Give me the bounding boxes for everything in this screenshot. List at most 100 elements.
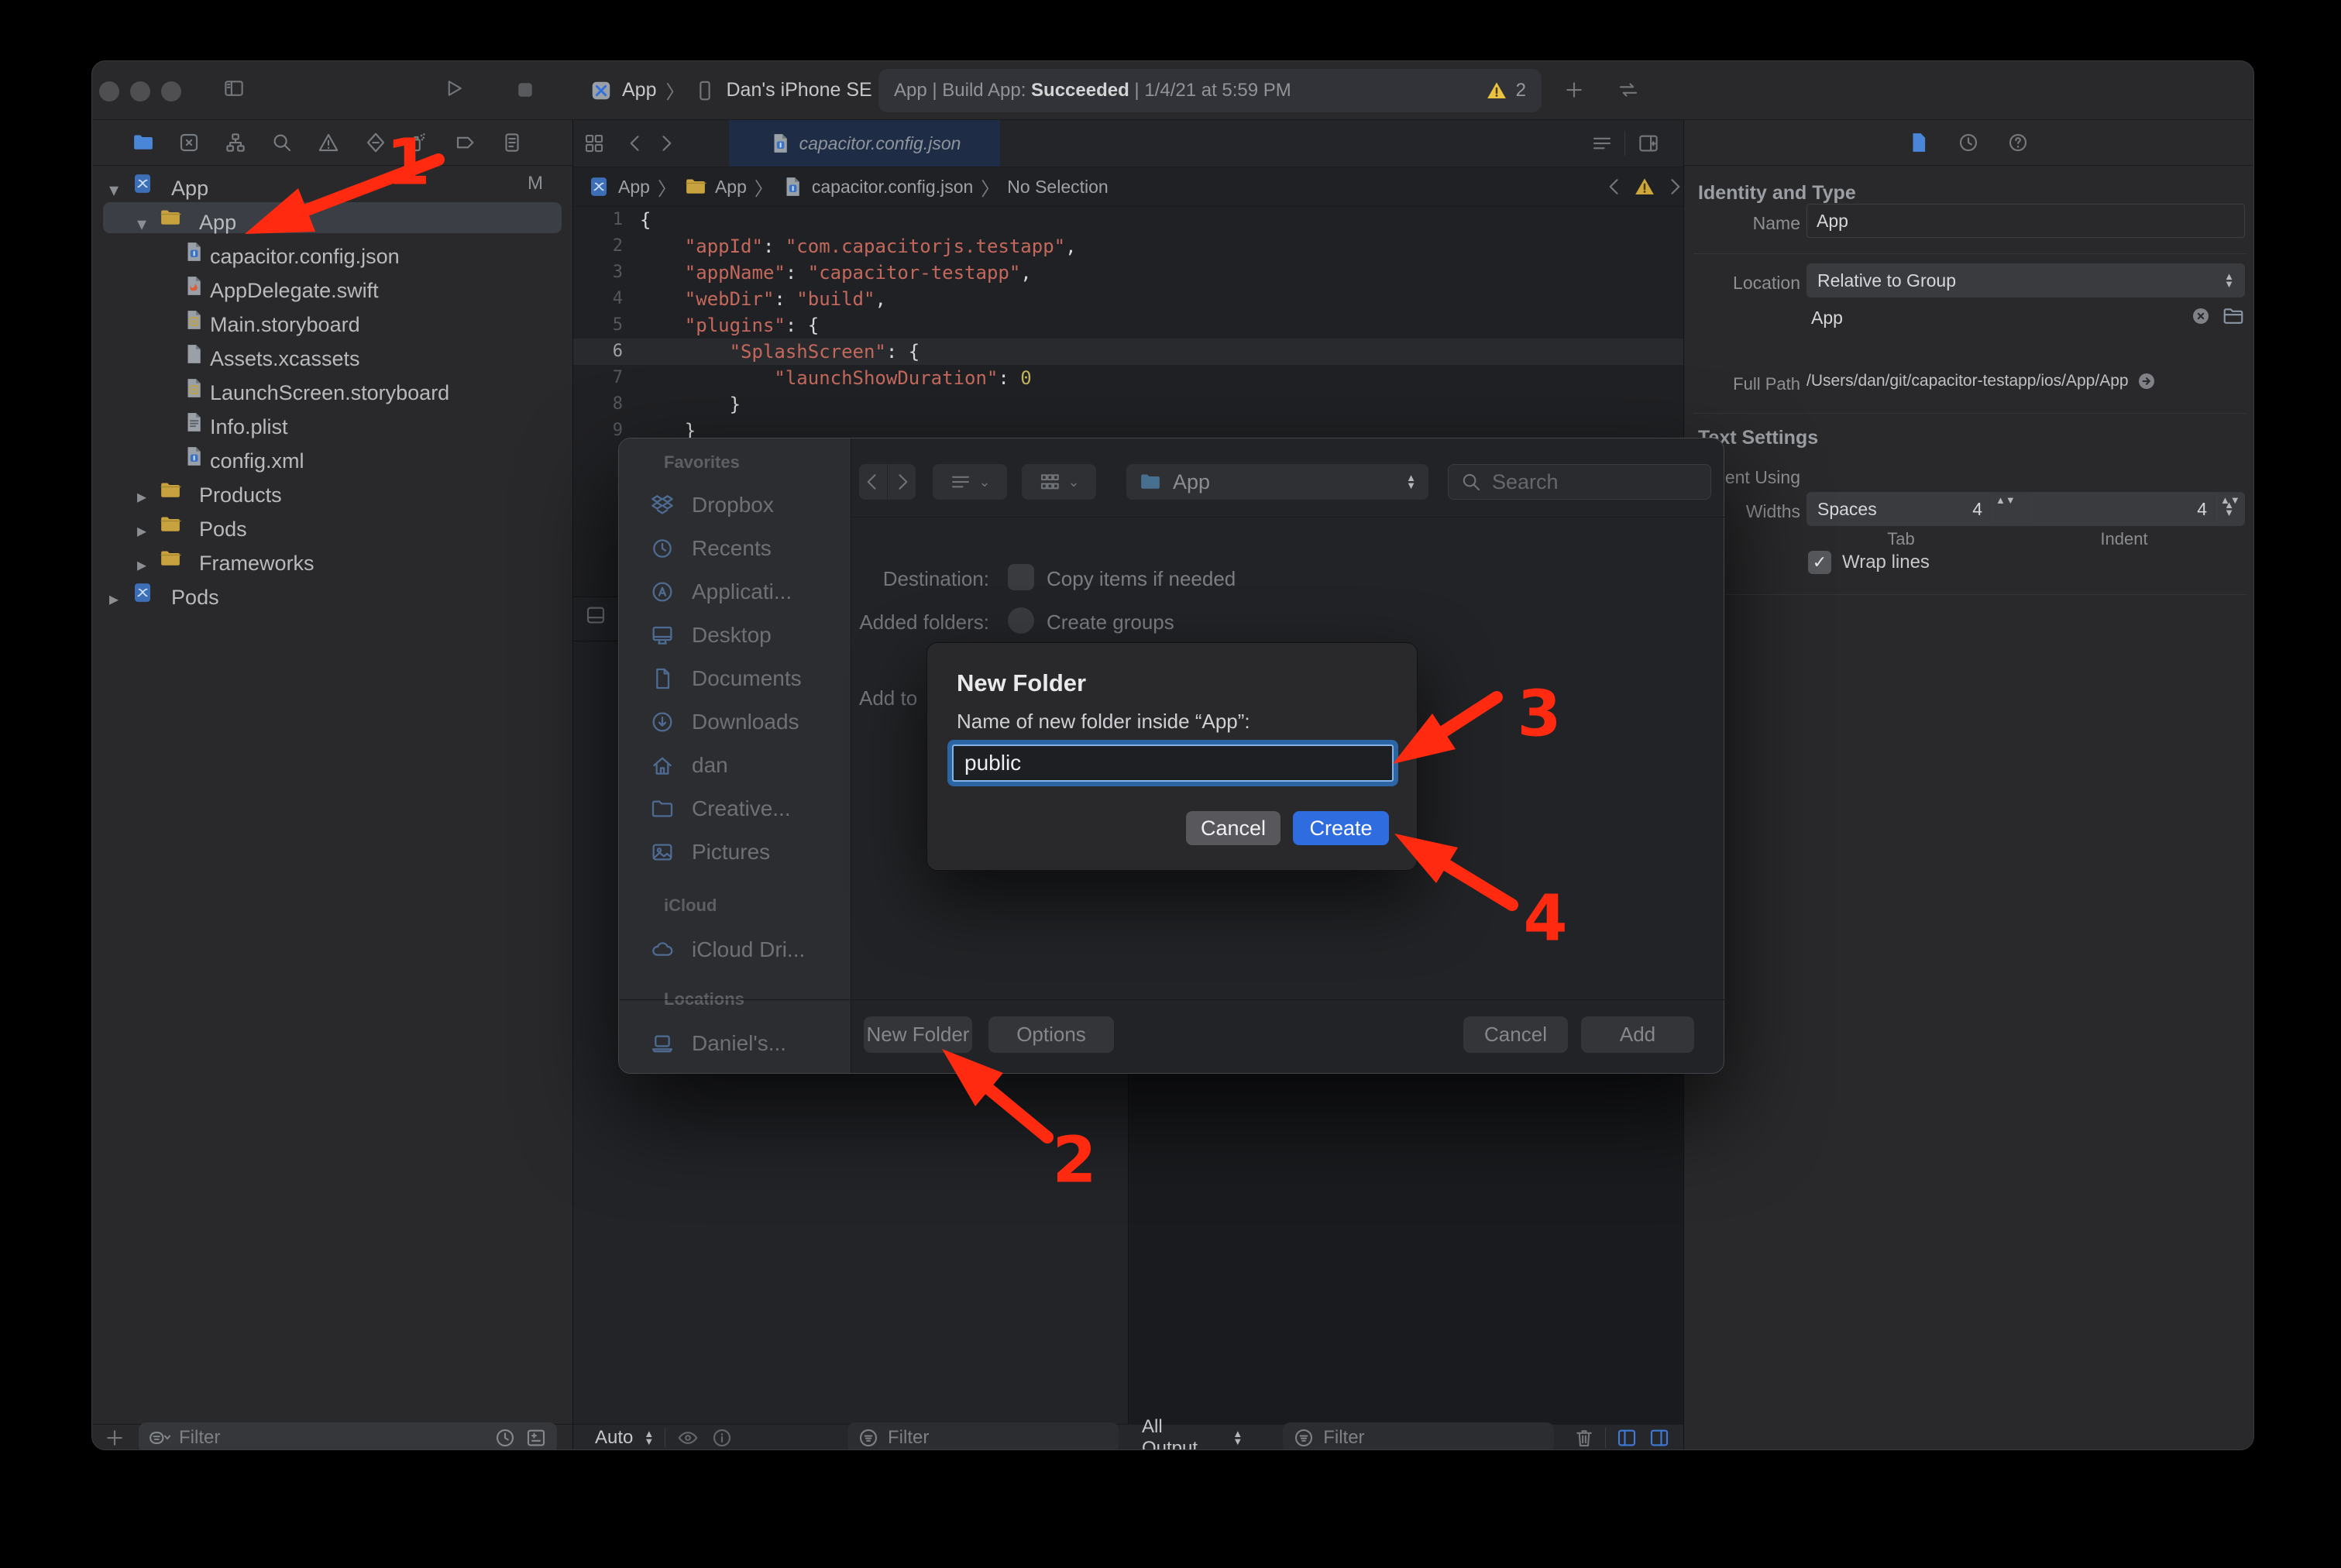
editor-split-bottom-icon[interactable] — [584, 603, 607, 627]
navigator-row-info-plist[interactable]: Info.plist — [92, 405, 572, 439]
breadcrumb-item[interactable]: App — [618, 177, 650, 198]
code-line-1[interactable]: 1{ — [573, 207, 1684, 233]
navigator-row-capacitor-config-json[interactable]: capacitor.config.json — [92, 235, 572, 269]
navigator-row-app[interactable]: ▾AppM — [92, 167, 572, 201]
report-navigator-icon[interactable] — [500, 131, 524, 154]
project-navigator-icon[interactable] — [132, 131, 155, 154]
run-destination[interactable]: Dan's iPhone SE — [726, 79, 871, 101]
reveal-arrow-icon[interactable] — [2135, 370, 2158, 393]
issue-navigator-icon[interactable] — [317, 131, 340, 154]
breadcrumb-item[interactable]: App — [715, 177, 747, 198]
sidebar-item-icloud-dri-[interactable]: iCloud Dri... — [650, 933, 805, 967]
code-line-8[interactable]: 8 } — [573, 391, 1684, 418]
wrap-lines-checkbox[interactable]: ✓ — [1808, 551, 1831, 574]
code-line-3[interactable]: 3 "appName": "capacitor-testapp", — [573, 260, 1684, 286]
show-console-view-icon[interactable] — [1648, 1426, 1671, 1449]
toggle-navigator-icon[interactable] — [222, 77, 246, 100]
navigator-row-main-storyboard[interactable]: Main.storyboard — [92, 303, 572, 337]
sidebar-item-daniel-s-[interactable]: Daniel's... — [650, 1026, 786, 1061]
symbol-navigator-icon[interactable] — [224, 131, 247, 154]
file-inspector-tab[interactable] — [1907, 131, 1930, 154]
source-control-navigator-icon[interactable] — [177, 131, 201, 154]
add-editor-icon[interactable] — [1637, 132, 1660, 155]
history-inspector-tab[interactable] — [1957, 131, 1980, 154]
sidebar-item-documents[interactable]: Documents — [650, 662, 802, 696]
navigator-row-app[interactable]: ▾App — [92, 201, 572, 235]
options-button[interactable]: Options — [988, 1016, 1114, 1053]
disclosure-open-icon[interactable]: ▾ — [137, 213, 146, 236]
sidebar-item-downloads[interactable]: Downloads — [650, 705, 799, 739]
new-folder-button[interactable]: New Folder — [864, 1016, 972, 1053]
minimize-window-button[interactable] — [130, 81, 150, 101]
disclosure-closed-icon[interactable]: ▸ — [137, 554, 146, 576]
navigator-row-pods[interactable]: ▸Pods — [92, 507, 572, 542]
disclosure-closed-icon[interactable]: ▸ — [137, 520, 146, 542]
sidebar-item-recents[interactable]: Recents — [650, 531, 772, 566]
choose-folder-icon[interactable] — [2222, 304, 2245, 328]
copy-items-checkbox[interactable] — [1008, 564, 1034, 590]
navigator-row-appdelegate-swift[interactable]: AppDelegate.swift — [92, 269, 572, 303]
navigator-row-products[interactable]: ▸Products — [92, 473, 572, 507]
disclosure-closed-icon[interactable]: ▸ — [109, 588, 119, 610]
library-plus-icon[interactable] — [1562, 78, 1586, 101]
issue-warning-icon[interactable] — [1633, 175, 1656, 198]
tab-width-field[interactable]: 4 — [1808, 493, 1992, 524]
dialog-cancel-button[interactable]: Cancel — [1463, 1016, 1568, 1053]
code-line-7[interactable]: 7 "launchShowDuration": 0 — [573, 365, 1684, 391]
related-items-icon[interactable] — [583, 132, 606, 155]
code-line-4[interactable]: 4 "webDir": "build", — [573, 286, 1684, 312]
adjust-editor-options-icon[interactable] — [1590, 132, 1614, 155]
console-scope-popup[interactable]: All Output — [1142, 1416, 1223, 1450]
warning-icon[interactable] — [1485, 79, 1508, 102]
find-navigator-icon[interactable] — [270, 131, 294, 154]
jump-bar[interactable]: App〉App〉capacitor.config.json〉No Selecti… — [587, 167, 1594, 206]
show-variables-view-icon[interactable] — [1615, 1426, 1638, 1449]
previous-issue-icon[interactable] — [1604, 175, 1627, 198]
disclosure-open-icon[interactable]: ▾ — [109, 179, 119, 201]
clear-console-trash-icon[interactable] — [1573, 1426, 1596, 1449]
console-filter-input[interactable]: Filter — [1283, 1422, 1554, 1450]
stop-button[interactable] — [514, 78, 537, 101]
navigator-row-launchscreen-storyboard[interactable]: LaunchScreen.storyboard — [92, 371, 572, 405]
sidebar-item-dan[interactable]: dan — [650, 748, 728, 782]
dialog-search-input[interactable]: Search — [1448, 464, 1711, 500]
help-inspector-tab[interactable] — [2006, 131, 2030, 154]
navigator-filter-input[interactable]: Filter — [139, 1422, 557, 1450]
code-line-5[interactable]: 5 "plugins": { — [573, 312, 1684, 339]
navigator-row-pods[interactable]: ▸Pods — [92, 576, 572, 610]
zoom-window-button[interactable] — [161, 81, 181, 101]
tab-width-stepper[interactable]: ▲▼ — [1996, 497, 2016, 504]
dialog-forward-button[interactable] — [888, 464, 916, 500]
name-field[interactable]: App — [1806, 204, 2245, 238]
breakpoint-navigator-icon[interactable] — [454, 131, 477, 154]
sidebar-item-pictures[interactable]: Pictures — [650, 835, 770, 869]
close-window-button[interactable] — [99, 81, 119, 101]
navigator-row-frameworks[interactable]: ▸Frameworks — [92, 542, 572, 576]
add-file-plus-icon[interactable] — [103, 1426, 126, 1449]
folder-name-input[interactable]: public — [952, 744, 1394, 782]
breadcrumb-item[interactable]: capacitor.config.json — [812, 177, 973, 198]
scheme-name[interactable]: App — [622, 79, 656, 101]
sheet-create-button[interactable]: Create — [1293, 811, 1389, 845]
folder-popup[interactable]: App ▲▼ — [1126, 464, 1428, 500]
list-view-button[interactable]: ⌄ — [933, 464, 1007, 500]
breadcrumb-item[interactable]: No Selection — [1007, 177, 1108, 198]
dialog-back-button[interactable] — [859, 464, 887, 500]
code-line-2[interactable]: 2 "appId": "com.capacitorjs.testapp", — [573, 233, 1684, 260]
sidebar-item-creative-[interactable]: Creative... — [650, 792, 791, 826]
sidebar-item-dropbox[interactable]: Dropbox — [650, 488, 774, 522]
sidebar-item-desktop[interactable]: Desktop — [650, 618, 772, 652]
back-icon[interactable] — [624, 132, 648, 155]
code-line-6[interactable]: 6 "SplashScreen": { — [573, 339, 1684, 365]
code-review-icon[interactable] — [1617, 78, 1640, 101]
disclosure-closed-icon[interactable]: ▸ — [137, 486, 146, 508]
location-popup[interactable]: Relative to Group ▲▼ — [1806, 263, 2245, 297]
clear-location-x-icon[interactable] — [2189, 304, 2212, 328]
icon-view-button[interactable]: ⌄ — [1022, 464, 1096, 500]
info-icon[interactable] — [710, 1426, 734, 1449]
sidebar-item-applicati-[interactable]: Applicati... — [650, 575, 792, 609]
variables-filter-input[interactable]: Filter — [847, 1422, 1119, 1450]
quicklook-eye-icon[interactable] — [676, 1426, 700, 1449]
next-issue-icon[interactable] — [1662, 175, 1686, 198]
dialog-add-button[interactable]: Add — [1581, 1016, 1694, 1053]
